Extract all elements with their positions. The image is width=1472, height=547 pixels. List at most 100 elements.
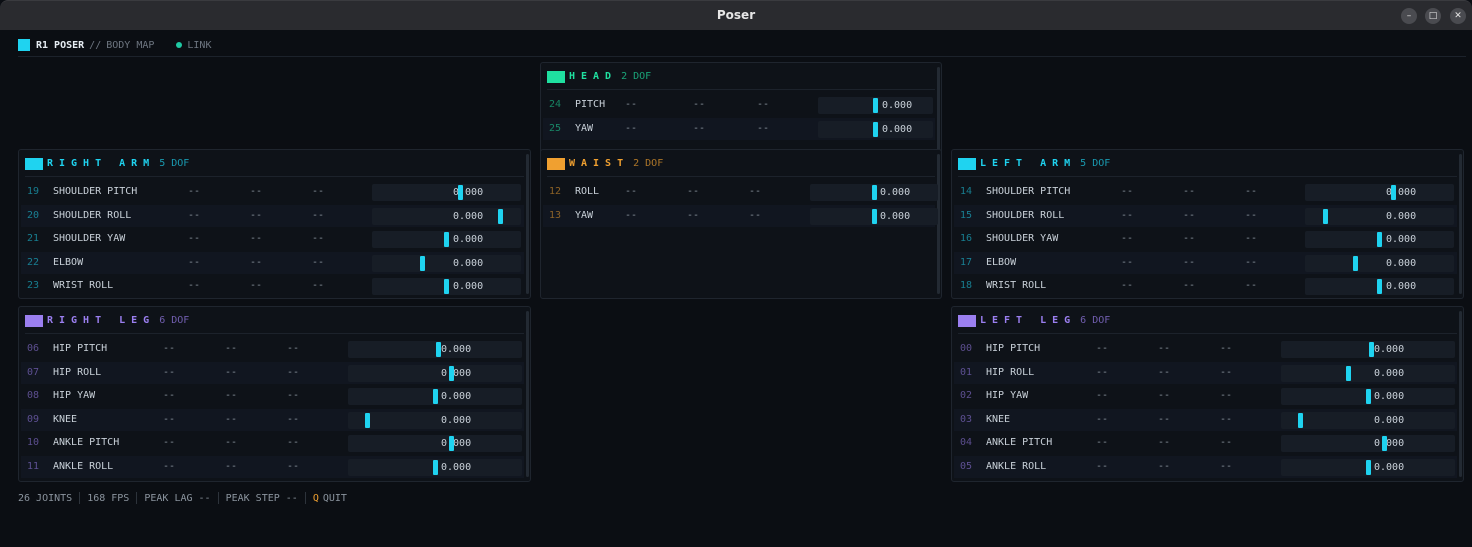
joint-row[interactable]: 08 HIP YAW -- -- -- 0.000 <box>21 385 524 407</box>
right-arm-scrollbar[interactable] <box>526 154 529 294</box>
joint-readout-1: -- <box>1121 233 1134 245</box>
joint-slider-handle[interactable] <box>1298 412 1303 428</box>
joint-slider[interactable]: 0.000 <box>1305 231 1454 249</box>
joint-slider[interactable]: 0.000 <box>1281 411 1455 429</box>
joint-slider-handle[interactable] <box>1377 232 1382 248</box>
joint-slider-handle[interactable] <box>365 412 370 428</box>
right-leg-scrollbar[interactable] <box>526 311 529 477</box>
joint-slider[interactable]: 0.000 <box>818 120 933 138</box>
joint-slider[interactable]: 0.000 <box>372 278 521 296</box>
joint-slider-handle[interactable] <box>433 460 438 475</box>
joint-row[interactable]: 19 SHOULDER PITCH -- -- -- 0.000 <box>21 181 524 203</box>
joint-readout-2: -- <box>250 186 263 197</box>
joint-row[interactable]: 14 SHOULDER PITCH -- -- -- 0.000 <box>954 181 1457 203</box>
joint-row[interactable]: 00 HIP PITCH -- -- -- 0.000 <box>954 338 1457 360</box>
joint-slider[interactable]: 0.000 <box>1281 364 1455 382</box>
joint-slider-handle[interactable] <box>873 121 878 137</box>
joint-value: 0.000 <box>453 281 484 293</box>
joint-slider[interactable]: 0.000 <box>1305 254 1454 272</box>
joint-slider[interactable]: 0.000 <box>810 184 938 201</box>
joint-slider[interactable]: 0.000 <box>372 254 521 272</box>
joint-slider-handle[interactable] <box>1346 365 1351 381</box>
joint-slider[interactable]: 0.000 <box>810 207 938 225</box>
maximize-icon[interactable]: □ <box>1425 8 1441 24</box>
joint-slider[interactable]: 0.000 <box>348 435 522 453</box>
joint-slider-handle[interactable] <box>458 185 463 200</box>
joint-slider-handle[interactable] <box>444 232 449 248</box>
joint-slider-handle[interactable] <box>1366 460 1371 475</box>
joint-readout-2: -- <box>1158 461 1171 472</box>
joint-row[interactable]: 04 ANKLE PITCH -- -- -- 0.000 <box>954 432 1457 454</box>
joint-slider[interactable]: 0.000 <box>348 364 522 382</box>
joint-slider[interactable]: 0.000 <box>348 341 522 358</box>
joint-slider-handle[interactable] <box>1366 389 1371 405</box>
joint-row[interactable]: 25 YAW -- -- -- 0.000 <box>543 117 935 140</box>
joint-row[interactable]: 18 WRIST ROLL -- -- -- 0.000 <box>954 275 1457 297</box>
joint-row[interactable]: 20 SHOULDER ROLL -- -- -- 0.000 <box>21 204 524 227</box>
right-arm-title: RIGHT ARM <box>47 158 156 169</box>
joint-slider-handle[interactable] <box>872 185 877 200</box>
joint-slider-handle[interactable] <box>1391 185 1396 200</box>
joint-row[interactable]: 13 YAW -- -- -- 0.000 <box>543 204 938 227</box>
joint-slider-handle[interactable] <box>1323 208 1328 224</box>
joint-row[interactable]: 21 SHOULDER YAW -- -- -- 0.000 <box>21 228 524 250</box>
joint-slider[interactable]: 0.000 <box>1281 435 1455 453</box>
joint-slider-handle[interactable] <box>873 98 878 113</box>
close-icon[interactable]: ✕ <box>1450 8 1466 24</box>
minimize-icon[interactable]: – <box>1401 8 1417 24</box>
joint-slider-handle[interactable] <box>1369 342 1374 357</box>
joint-slider[interactable]: 0.000 <box>372 231 521 249</box>
joint-row[interactable]: 15 SHOULDER ROLL -- -- -- 0.000 <box>954 204 1457 227</box>
joint-slider[interactable]: 0.000 <box>1305 207 1454 225</box>
joint-row[interactable]: 05 ANKLE ROLL -- -- -- 0.000 <box>954 456 1457 478</box>
joint-slider-handle[interactable] <box>1353 255 1358 271</box>
joint-index: 04 <box>960 437 973 449</box>
joint-readout-1: -- <box>1096 461 1109 472</box>
joint-slider[interactable]: 0.000 <box>348 411 522 429</box>
brand-square-icon <box>18 39 30 51</box>
joint-slider[interactable]: 0.000 <box>1305 278 1454 296</box>
joint-slider[interactable]: 0.000 <box>1305 184 1454 201</box>
joint-slider[interactable]: 0.000 <box>1281 388 1455 406</box>
joint-readout-2: -- <box>225 343 238 354</box>
joint-row[interactable]: 03 KNEE -- -- -- 0.000 <box>954 408 1457 431</box>
quit-label[interactable]: QUIT <box>323 493 347 504</box>
joint-row[interactable]: 12 ROLL -- -- -- 0.000 <box>543 181 938 203</box>
joint-index: 10 <box>27 437 40 449</box>
joint-slider-handle[interactable] <box>498 208 503 224</box>
joint-row[interactable]: 09 KNEE -- -- -- 0.000 <box>21 408 524 431</box>
joint-row[interactable]: 06 HIP PITCH -- -- -- 0.000 <box>21 338 524 360</box>
joint-readout-1: -- <box>1096 366 1109 378</box>
joint-slider-handle[interactable] <box>433 389 438 405</box>
joint-slider-handle[interactable] <box>449 436 454 452</box>
joint-slider-handle[interactable] <box>872 208 877 224</box>
joint-row[interactable]: 10 ANKLE PITCH -- -- -- 0.000 <box>21 432 524 454</box>
joint-slider[interactable]: 0.000 <box>372 207 521 225</box>
joint-slider-handle[interactable] <box>436 342 441 357</box>
joint-row[interactable]: 17 ELBOW -- -- -- 0.000 <box>954 251 1457 274</box>
joint-row[interactable]: 16 SHOULDER YAW -- -- -- 0.000 <box>954 228 1457 250</box>
joint-index: 01 <box>960 366 973 378</box>
joint-slider[interactable]: 0.000 <box>372 184 521 201</box>
joint-slider-handle[interactable] <box>444 279 449 295</box>
left-leg-scrollbar[interactable] <box>1459 311 1462 477</box>
left-arm-scrollbar[interactable] <box>1459 154 1462 294</box>
joint-slider-handle[interactable] <box>1377 279 1382 295</box>
joint-slider[interactable]: 0.000 <box>818 97 933 114</box>
joint-readout-1: -- <box>625 99 638 110</box>
joint-slider-handle[interactable] <box>449 365 454 381</box>
joint-slider-handle[interactable] <box>1382 436 1387 452</box>
joint-row[interactable]: 22 ELBOW -- -- -- 0.000 <box>21 251 524 274</box>
joint-slider[interactable]: 0.000 <box>1281 459 1455 476</box>
joint-row[interactable]: 24 PITCH -- -- -- 0.000 <box>543 94 935 116</box>
joint-slider[interactable]: 0.000 <box>1281 341 1455 358</box>
joint-row[interactable]: 11 ANKLE ROLL -- -- -- 0.000 <box>21 456 524 478</box>
quit-key[interactable]: Q <box>313 493 319 504</box>
joint-slider[interactable]: 0.000 <box>348 459 522 476</box>
joint-row[interactable]: 23 WRIST ROLL -- -- -- 0.000 <box>21 275 524 297</box>
joint-slider-handle[interactable] <box>420 255 425 271</box>
joint-slider[interactable]: 0.000 <box>348 388 522 406</box>
joint-row[interactable]: 07 HIP ROLL -- -- -- 0.000 <box>21 361 524 384</box>
joint-row[interactable]: 01 HIP ROLL -- -- -- 0.000 <box>954 361 1457 384</box>
joint-row[interactable]: 02 HIP YAW -- -- -- 0.000 <box>954 385 1457 407</box>
